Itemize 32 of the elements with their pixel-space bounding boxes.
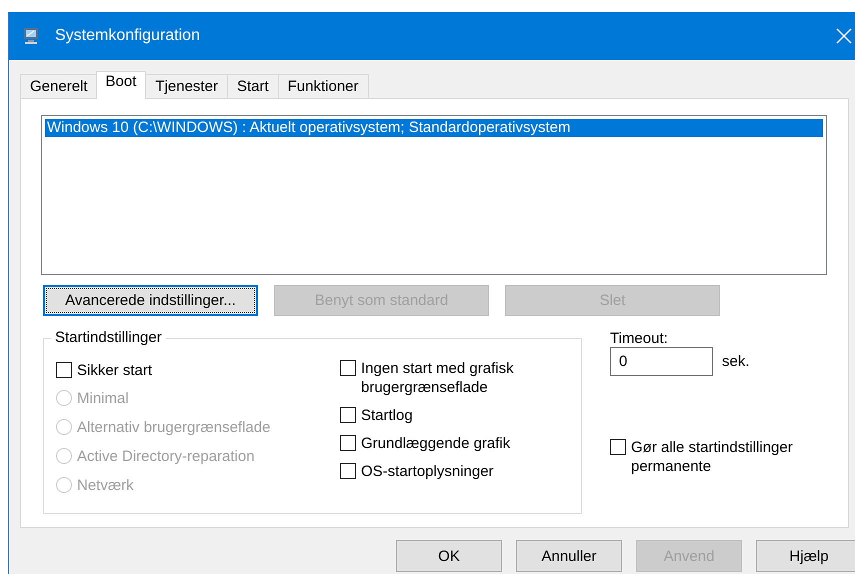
option-label: Grundlæggende grafik: [361, 434, 512, 453]
option-label: Netværk: [77, 476, 134, 495]
group-title: Startindstillinger: [51, 329, 166, 346]
option-label: Minimal: [77, 389, 129, 408]
tab[interactable]: Generelt: [20, 74, 98, 98]
close-icon[interactable]: [836, 28, 852, 44]
button[interactable]: Annuller: [516, 540, 622, 572]
checkbox[interactable]: [340, 360, 356, 376]
button[interactable]: Avancerede indstillinger...: [43, 285, 258, 316]
tab[interactable]: Boot: [96, 71, 146, 99]
field-label: Timeout:: [610, 330, 669, 348]
option-label: OS-startoplysninger: [361, 462, 495, 481]
option-label: Alternativ brugergrænseflade: [77, 418, 270, 437]
button[interactable]: OK: [396, 540, 502, 572]
option-label: Gør alle startindstillinger permanente: [631, 438, 794, 476]
checkbox[interactable]: [610, 439, 626, 455]
checkbox[interactable]: [340, 463, 356, 479]
computer-icon: [22, 27, 40, 45]
checkbox[interactable]: [340, 407, 356, 423]
option-label: Startlog: [361, 406, 414, 425]
timeout-field[interactable]: 0: [610, 347, 713, 376]
boot-list[interactable]: Windows 10 (C:\WINDOWS) : Aktuelt operativsystem; Standardoperativsystem: [41, 115, 827, 275]
tab[interactable]: Funktioner: [278, 74, 368, 98]
option-label: Sikker start: [77, 361, 152, 380]
list-item[interactable]: Windows 10 (C:\WINDOWS) : Aktuelt operativsystem; Standardoperativsystem: [45, 119, 823, 137]
window-title: Systemkonfiguration: [55, 27, 201, 45]
button[interactable]: Hjælp: [756, 540, 855, 572]
checkbox[interactable]: [340, 435, 356, 451]
checkbox[interactable]: [56, 362, 72, 378]
option-label: Ingen start med grafisk brugergrænseflade: [361, 359, 515, 397]
option-label: Active Directory-reparation: [77, 447, 255, 466]
unit-label: sek.: [722, 353, 750, 370]
